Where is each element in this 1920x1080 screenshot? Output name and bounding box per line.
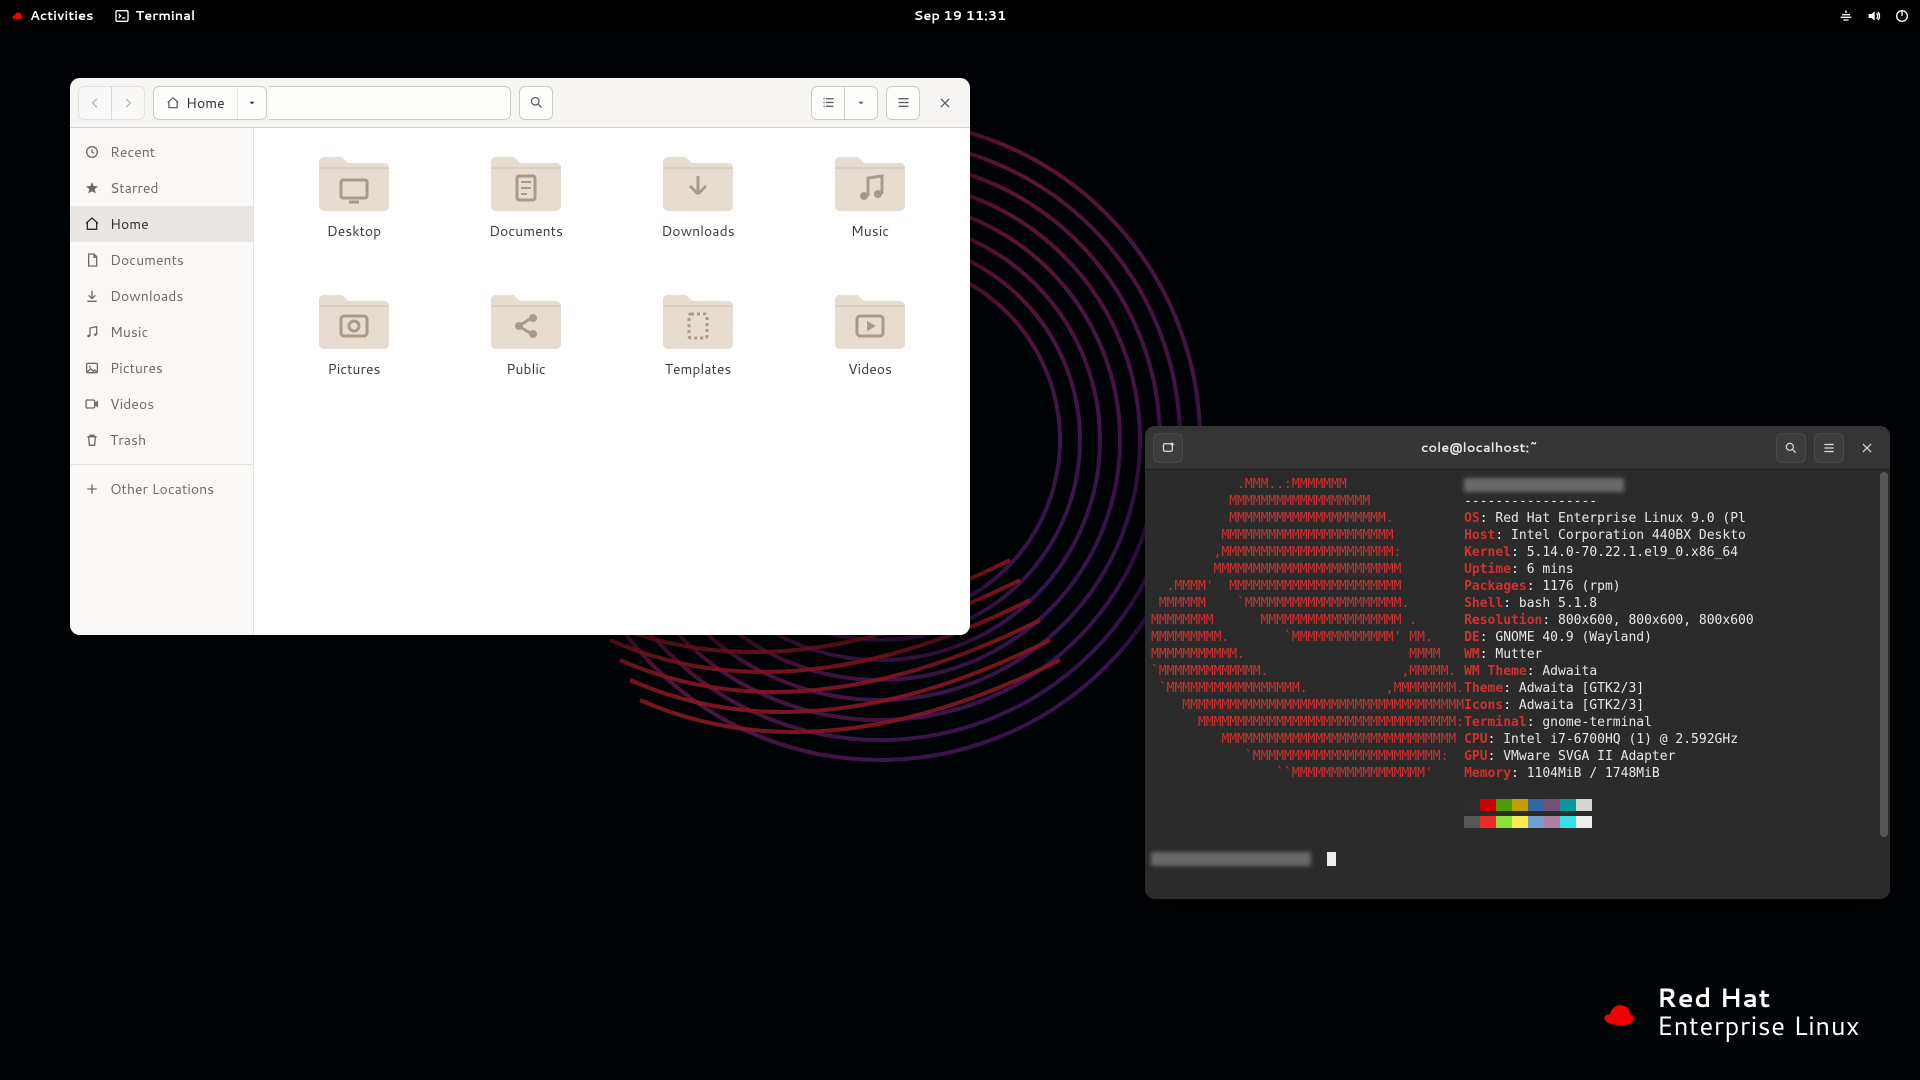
folder-label: Documents <box>489 221 563 241</box>
folder-desktop[interactable]: Desktop <box>272 146 436 274</box>
hamburger-menu-button[interactable] <box>886 86 920 120</box>
folder-templates[interactable]: Templates <box>616 284 780 412</box>
sidebar-item-label: Documents <box>110 250 184 270</box>
redhat-logo-icon <box>1599 996 1643 1029</box>
files-sidebar: Recent Starred Home Documents Downloads … <box>70 128 254 635</box>
terminal-icon <box>114 8 130 24</box>
activities-label: Activities <box>30 7 94 25</box>
path-dropdown-button[interactable] <box>238 98 266 108</box>
path-bar[interactable]: Home <box>153 86 267 120</box>
search-button[interactable] <box>519 86 553 120</box>
folder-label: Public <box>506 359 546 379</box>
terminal-window: cole@localhost:~ .MMM..:MMMMMMM MMMMMMMM… <box>1145 426 1890 899</box>
path-crumb-label: Home <box>186 93 225 113</box>
folder-pictures[interactable]: Pictures <box>272 284 436 412</box>
files-window: Home Recent Starred Home Documents <box>70 78 970 635</box>
sidebar-item-home[interactable]: Home <box>70 206 253 242</box>
sidebar-item-label: Pictures <box>110 358 163 378</box>
star-icon <box>84 180 100 196</box>
focused-app-label: Terminal <box>136 7 196 25</box>
wallpaper-brand: Red Hat Enterprise Linux <box>1599 985 1860 1040</box>
new-tab-icon <box>1161 440 1176 455</box>
folder-label: Videos <box>848 359 892 379</box>
top-panel: Activities Terminal Sep 19 11:31 <box>0 0 1920 32</box>
pic-icon <box>84 360 100 376</box>
activities-button[interactable]: Activities <box>10 7 94 25</box>
sidebar-item-label: Downloads <box>110 286 183 306</box>
folder-downloads[interactable]: Downloads <box>616 146 780 274</box>
sidebar-item-label: Music <box>110 322 148 342</box>
clock-icon <box>84 144 100 160</box>
focused-app-indicator[interactable]: Terminal <box>114 7 196 25</box>
home-icon <box>84 216 100 232</box>
path-filler <box>269 86 512 120</box>
sidebar-item-pictures[interactable]: Pictures <box>70 350 253 386</box>
nav-back-button[interactable] <box>78 86 112 120</box>
sidebar-item-label: Starred <box>110 178 159 198</box>
menu-icon <box>896 95 911 110</box>
chevron-left-icon <box>88 96 102 110</box>
folder-label: Downloads <box>661 221 734 241</box>
terminal-output[interactable]: .MMM..:MMMMMMM MMMMMMMMMMMMMMMMMM ------… <box>1145 470 1878 899</box>
folder-videos[interactable]: Videos <box>788 284 952 412</box>
clock[interactable]: Sep 19 11:31 <box>914 7 1007 25</box>
folder-grid: Desktop Documents Downloads Music Pictur… <box>254 128 970 635</box>
terminal-headerbar: cole@localhost:~ <box>1145 426 1890 470</box>
folder-music[interactable]: Music <box>788 146 952 274</box>
files-headerbar: Home <box>70 78 970 128</box>
nav-forward-button[interactable] <box>111 86 145 120</box>
sidebar-item-starred[interactable]: Starred <box>70 170 253 206</box>
music-icon <box>84 324 100 340</box>
list-icon <box>821 95 836 110</box>
folder-public[interactable]: Public <box>444 284 608 412</box>
sidebar-item-music[interactable]: Music <box>70 314 253 350</box>
trash-icon <box>84 432 100 448</box>
view-mode-button[interactable] <box>811 86 845 120</box>
view-options-button[interactable] <box>844 86 878 120</box>
plus-icon <box>84 481 100 497</box>
terminal-title: cole@localhost:~ <box>1191 439 1768 457</box>
terminal-menu-button[interactable] <box>1814 433 1844 463</box>
chevron-down-icon <box>856 98 866 108</box>
down-icon <box>84 288 100 304</box>
search-icon <box>1784 441 1798 455</box>
chevron-down-icon <box>247 98 257 108</box>
path-crumb-home[interactable]: Home <box>154 87 238 119</box>
folder-documents[interactable]: Documents <box>444 146 608 274</box>
doc-icon <box>84 252 100 268</box>
sidebar-item-label: Videos <box>110 394 154 414</box>
home-icon <box>166 96 180 110</box>
volume-icon[interactable] <box>1866 8 1882 24</box>
close-icon <box>1860 441 1874 455</box>
sidebar-item-trash[interactable]: Trash <box>70 422 253 458</box>
folder-label: Music <box>851 221 889 241</box>
sidebar-item-label: Other Locations <box>110 479 214 499</box>
sidebar-item-label: Trash <box>110 430 146 450</box>
sidebar-item-label: Recent <box>110 142 155 162</box>
chevron-right-icon <box>121 96 135 110</box>
terminal-close-button[interactable] <box>1852 433 1882 463</box>
folder-label: Templates <box>665 359 732 379</box>
folder-label: Pictures <box>328 359 381 379</box>
redhat-icon <box>10 9 24 23</box>
search-icon <box>529 95 544 110</box>
close-button[interactable] <box>928 86 962 120</box>
power-icon[interactable] <box>1894 8 1910 24</box>
sidebar-item-recent[interactable]: Recent <box>70 134 253 170</box>
video-icon <box>84 396 100 412</box>
folder-label: Desktop <box>327 221 381 241</box>
sidebar-item-label: Home <box>110 214 149 234</box>
terminal-scrollbar[interactable] <box>1878 470 1890 899</box>
sidebar-item-downloads[interactable]: Downloads <box>70 278 253 314</box>
brand-line2: Enterprise Linux <box>1657 1013 1860 1040</box>
close-icon <box>938 96 952 110</box>
new-tab-button[interactable] <box>1153 433 1183 463</box>
sidebar-item-documents[interactable]: Documents <box>70 242 253 278</box>
terminal-search-button[interactable] <box>1776 433 1806 463</box>
menu-icon <box>1822 441 1836 455</box>
sidebar-item-videos[interactable]: Videos <box>70 386 253 422</box>
network-icon[interactable] <box>1838 8 1854 24</box>
sidebar-item-other[interactable]: Other Locations <box>70 471 253 507</box>
